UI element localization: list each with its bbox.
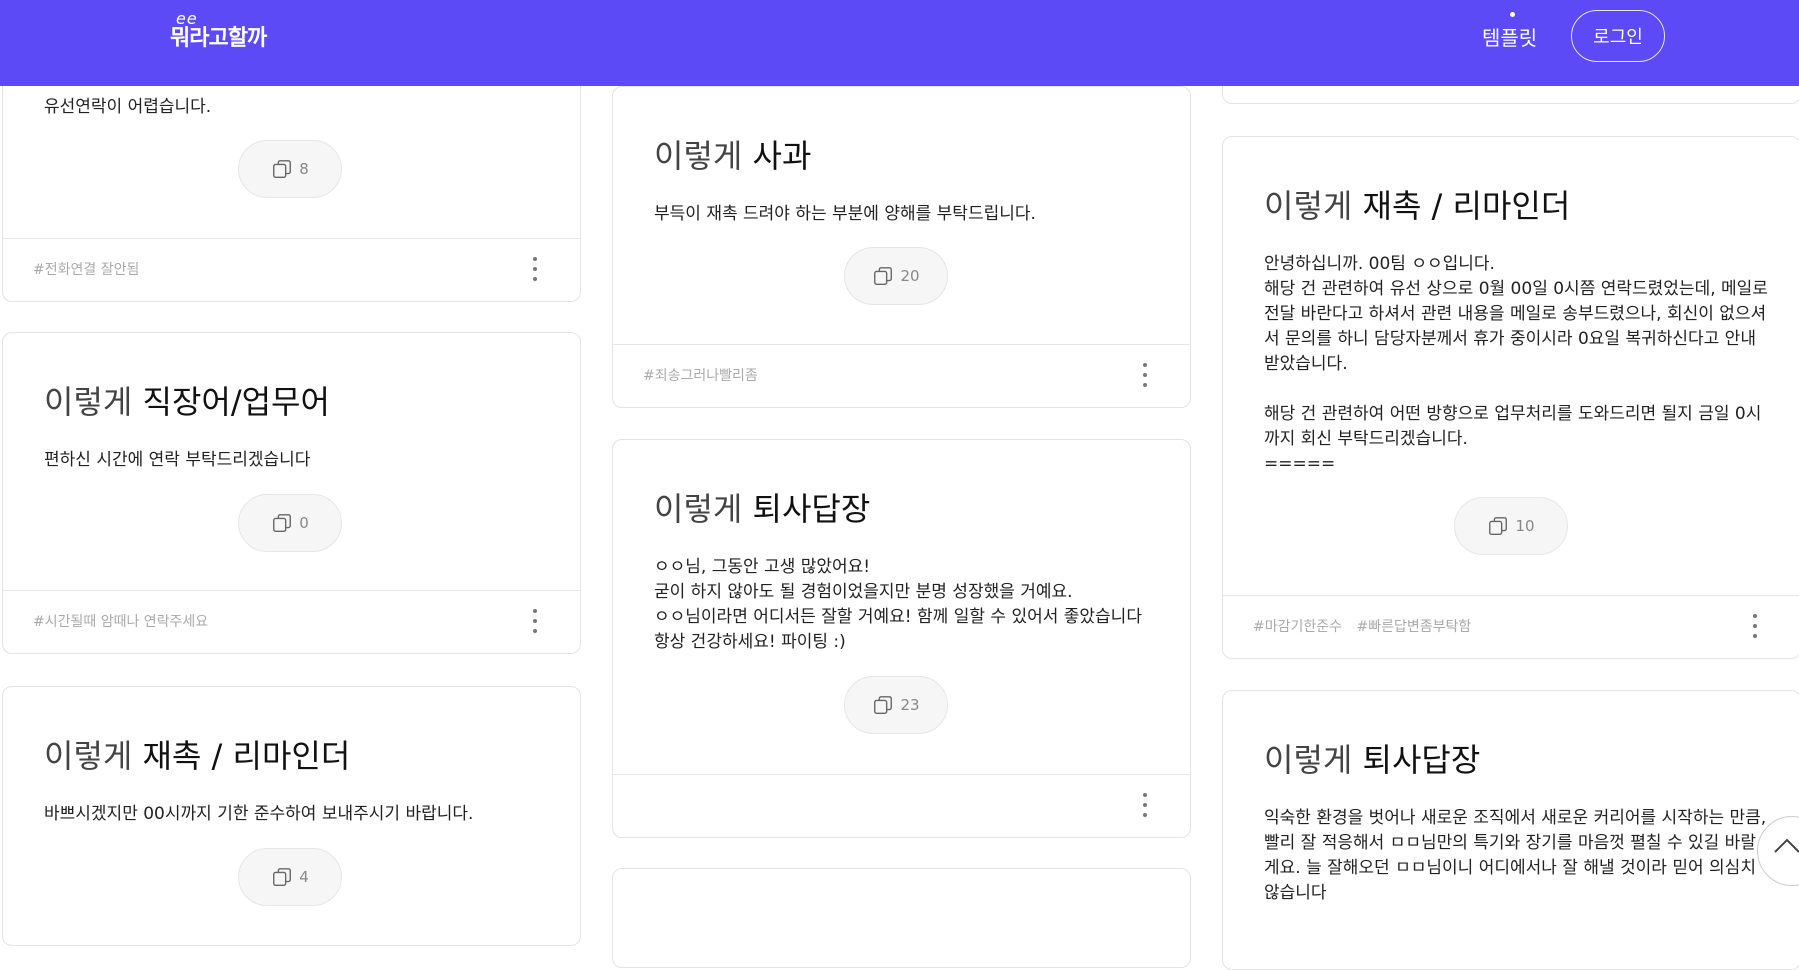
copy-icon: [874, 267, 893, 285]
card-body: 바쁘시겠지만 00시까지 기한 준수하여 보내주시기 바랍니다.: [44, 804, 474, 824]
card-title: 이렇게 퇴사답장: [654, 484, 870, 530]
card-body: 유선연락이 어렵습니다.: [44, 97, 212, 117]
copy-count: 10: [1515, 517, 1535, 535]
card-title-keyword: 퇴사답장: [752, 490, 871, 528]
chevron-up-icon: [1774, 838, 1799, 853]
card-tags: #시간될때 암때나 연락주세요: [33, 611, 218, 631]
card-title: 이렇게 재촉 / 리마인더: [44, 731, 350, 777]
tag[interactable]: #빠른답변좀부탁함: [1356, 619, 1471, 635]
copy-button[interactable]: 4: [238, 848, 342, 906]
more-vertical-icon[interactable]: [1140, 363, 1150, 387]
card-title-keyword: 재촉 / 리마인더: [142, 737, 351, 775]
copy-button[interactable]: 10: [1454, 497, 1568, 555]
copy-icon: [273, 868, 292, 886]
active-indicator-dot: [1510, 12, 1515, 17]
more-vertical-icon[interactable]: [1140, 793, 1150, 817]
tag[interactable]: #시간될때 암때나 연락주세요: [33, 614, 208, 630]
copy-count: 20: [900, 267, 920, 285]
template-card: 이렇게 재촉 / 리마인더 안녕하십니까. 00팀 ㅇㅇ입니다. 해당 건 관련…: [1222, 136, 1799, 659]
card-title-keyword: 사과: [752, 137, 812, 175]
card-body: 익숙한 환경을 벗어나 새로운 조직에서 새로운 커리어를 시작하는 만큼, 빨…: [1264, 808, 1772, 903]
card-footer: [613, 774, 1190, 837]
card-body: 부득이 재촉 드려야 하는 부분에 양해를 부탁드립니다.: [654, 204, 1036, 224]
card-body: 편하신 시간에 연락 부탁드리겠습니다: [44, 450, 311, 470]
copy-button[interactable]: 20: [844, 247, 948, 305]
card-footer: #시간될때 암때나 연락주세요: [3, 590, 580, 653]
tag[interactable]: #죄송그러나빨리좀: [643, 368, 758, 384]
logo-swash: ee: [176, 9, 198, 28]
card-title-prefix: 이렇게: [1264, 741, 1353, 779]
card-body: 안녕하십니까. 00팀 ㅇㅇ입니다. 해당 건 관련하여 유선 상으로 0월 0…: [1264, 254, 1768, 474]
card-title: 이렇게 재촉 / 리마인더: [1264, 181, 1570, 227]
card-tags: #마감기한준수 #빠른답변좀부탁함: [1253, 616, 1481, 636]
logo[interactable]: ee 뭐라고할까: [170, 9, 267, 52]
card-title: 이렇게 직장어/업무어: [44, 377, 330, 423]
template-card: 이렇게 퇴사답장 ㅇㅇ님, 그동안 고생 많았어요! 굳이 하지 않아도 될 경…: [612, 439, 1191, 838]
card-tags: #죄송그러나빨리좀: [643, 365, 768, 385]
template-card: 이렇게 직장어/업무어 편하신 시간에 연락 부탁드리겠습니다 0 #시간될때 …: [2, 332, 581, 654]
tag[interactable]: #전화연결 잘안됨: [33, 262, 139, 278]
card-title: 이렇게 사과: [654, 131, 811, 177]
card-body: ㅇㅇ님, 그동안 고생 많았어요! 굳이 하지 않아도 될 경험이었을지만 분명…: [654, 557, 1142, 652]
copy-count: 4: [299, 868, 309, 886]
card-title-prefix: 이렇게: [44, 383, 133, 421]
nav-template-link[interactable]: 템플릿: [1482, 12, 1538, 51]
copy-count: 8: [299, 160, 309, 178]
template-card: [612, 868, 1191, 968]
template-card: 이렇게 퇴사답장 익숙한 환경을 벗어나 새로운 조직에서 새로운 커리어를 시…: [1222, 690, 1799, 970]
card-title-prefix: 이렇게: [44, 737, 133, 775]
copy-button[interactable]: 0: [238, 494, 342, 552]
card-title-keyword: 퇴사답장: [1362, 741, 1481, 779]
card-footer: #마감기한준수 #빠른답변좀부탁함: [1223, 595, 1799, 658]
card-title-keyword: 직장어/업무어: [142, 383, 330, 421]
logo-text: 뭐라고할까: [170, 26, 267, 51]
top-header: ee 뭐라고할까 템플릿 로그인: [0, 0, 1799, 86]
card-title-prefix: 이렇게: [654, 490, 743, 528]
card-title-prefix: 이렇게: [654, 137, 743, 175]
card-title-keyword: 재촉 / 리마인더: [1362, 187, 1571, 225]
login-button[interactable]: 로그인: [1571, 10, 1665, 62]
card-title: 이렇게 퇴사답장: [1264, 735, 1480, 781]
card-footer: #죄송그러나빨리좀: [613, 344, 1190, 407]
nav-template-label: 템플릿: [1482, 26, 1538, 50]
tag[interactable]: #마감기한준수: [1253, 619, 1342, 635]
copy-button[interactable]: 8: [238, 140, 342, 198]
card-footer: #전화연결 잘안됨: [3, 238, 580, 301]
more-vertical-icon[interactable]: [530, 257, 540, 281]
more-vertical-icon[interactable]: [1750, 614, 1760, 638]
copy-button[interactable]: 23: [844, 676, 948, 734]
copy-icon: [874, 696, 893, 714]
template-card: 이렇게 사과 부득이 재촉 드려야 하는 부분에 양해를 부탁드립니다. 20 …: [612, 86, 1191, 408]
copy-icon: [273, 160, 292, 178]
card-title-prefix: 이렇게: [1264, 187, 1353, 225]
copy-icon: [1489, 517, 1508, 535]
copy-icon: [273, 514, 292, 532]
template-card: 이렇게 재촉 / 리마인더 바쁘시겠지만 00시까지 기한 준수하여 보내주시기…: [2, 686, 581, 946]
copy-count: 0: [299, 514, 309, 532]
more-vertical-icon[interactable]: [530, 609, 540, 633]
card-tags: #전화연결 잘안됨: [33, 259, 149, 279]
copy-count: 23: [900, 696, 920, 714]
